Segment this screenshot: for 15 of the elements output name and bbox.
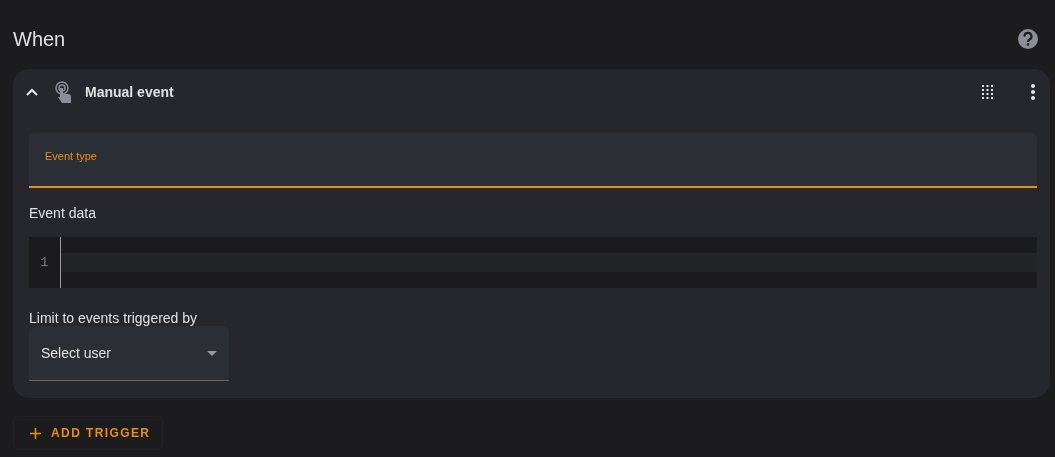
field-label: Limit to events triggered by [29, 310, 199, 326]
code-editor[interactable]: 1 [29, 237, 1037, 288]
user-select[interactable]: Select user [29, 326, 229, 381]
line-number: 1 [40, 255, 49, 270]
more-options-icon[interactable] [1030, 83, 1036, 101]
field-label: Event data [29, 205, 97, 221]
event-type-field[interactable]: Event type [29, 133, 1037, 188]
help-icon[interactable] [1017, 28, 1039, 50]
add-trigger-button[interactable]: ADD TRIGGER [13, 416, 164, 450]
plus-icon [30, 427, 41, 439]
trigger-title: Manual event [85, 84, 175, 100]
drag-handle-icon[interactable] [982, 85, 994, 99]
touch-icon [55, 81, 73, 103]
section-title: When [13, 27, 66, 51]
dropdown-arrow-icon [207, 350, 217, 356]
